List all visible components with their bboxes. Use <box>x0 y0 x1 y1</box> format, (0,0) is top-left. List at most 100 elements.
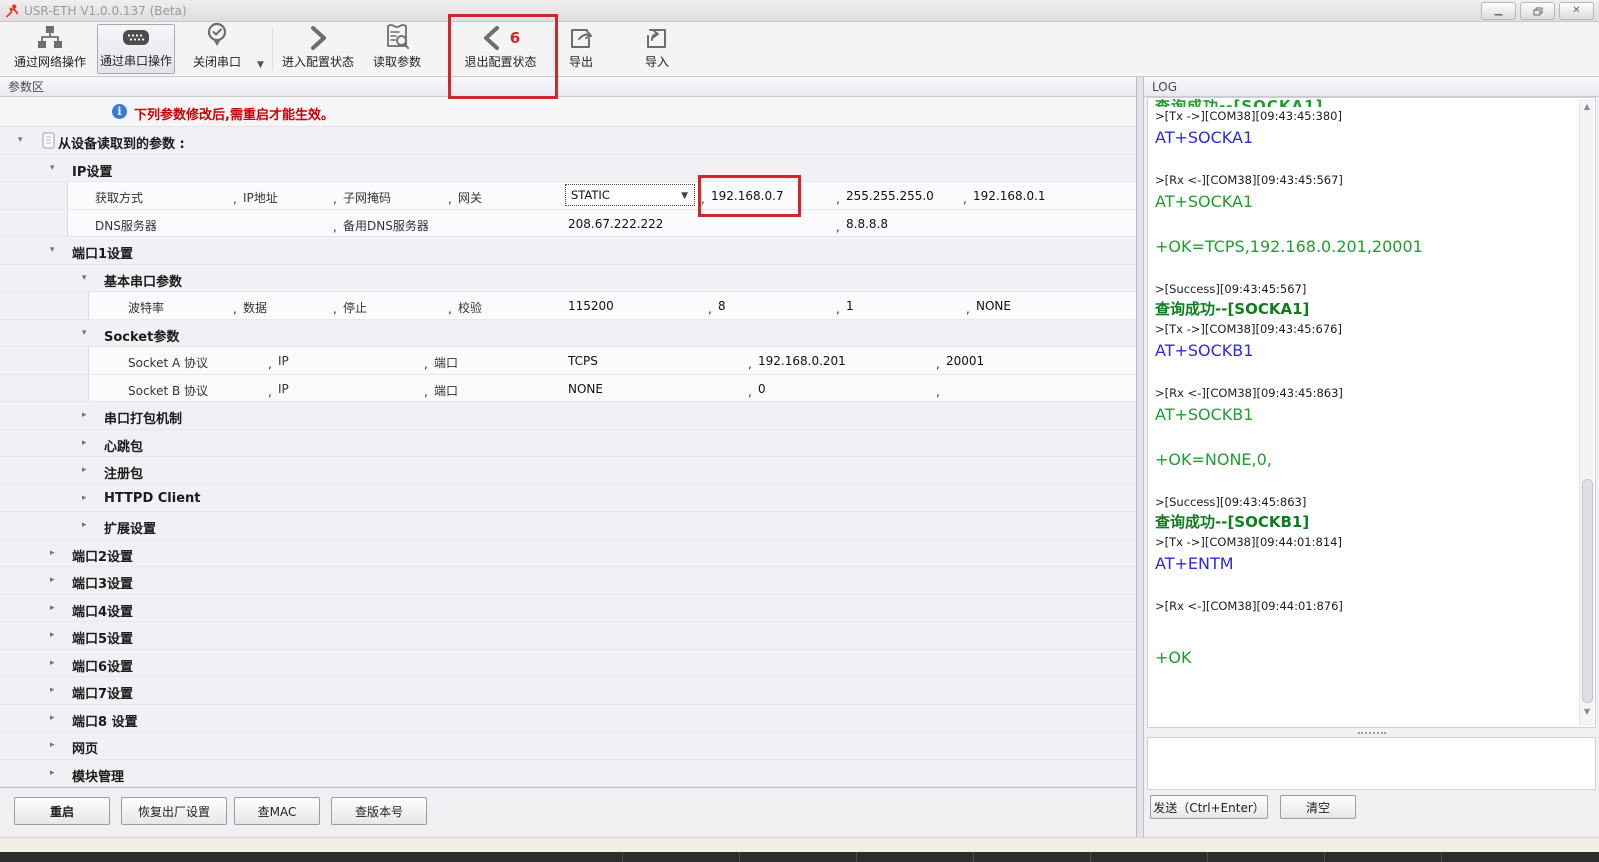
parity-value[interactable]: NONE <box>976 299 1011 313</box>
expander-down-icon[interactable]: ▾ <box>18 135 23 145</box>
splitter-handle[interactable] <box>1144 730 1599 735</box>
expander-right-icon[interactable]: ▸ <box>82 410 87 420</box>
field-separator: , <box>333 220 337 234</box>
scroll-up-icon[interactable]: ▲ <box>1580 102 1594 111</box>
expander-right-icon[interactable]: ▸ <box>50 658 55 668</box>
section-port8[interactable]: ▸ 端口8 设置 <box>0 705 1136 733</box>
expander-right-icon[interactable]: ▸ <box>50 768 55 778</box>
socket-a-port-value[interactable]: 20001 <box>946 354 984 368</box>
section-port1-label: 端口1设置 <box>72 243 133 262</box>
ip-address-value[interactable]: 192.168.0.7 <box>711 189 784 203</box>
chevron-down-icon: ▼ <box>681 191 688 201</box>
section-serial-basic[interactable]: ▾ 基本串口参数 <box>0 265 1136 293</box>
section-extended[interactable]: ▸ 扩展设置 <box>0 512 1136 540</box>
minimize-button[interactable]: ▁ <box>1481 2 1516 20</box>
scrollbar-thumb[interactable] <box>1582 479 1593 703</box>
log-line: 查询成功--[SOCKB1] <box>1155 512 1577 533</box>
section-packing[interactable]: ▸ 串口打包机制 <box>0 402 1136 430</box>
send-input-box <box>1147 737 1596 790</box>
toolbar-read-params[interactable]: 读取参数 <box>360 24 434 74</box>
expander-right-icon[interactable]: ▸ <box>50 713 55 723</box>
app-window: USR-ETH V1.0.0.137 (Beta) ▁ ✕ <box>0 0 1599 862</box>
section-port4[interactable]: ▸ 端口4设置 <box>0 595 1136 623</box>
section-heartbeat[interactable]: ▸ 心跳包 <box>0 430 1136 458</box>
close-serial-dropdown-caret[interactable]: ▼ <box>257 60 264 70</box>
section-port5[interactable]: ▸ 端口5设置 <box>0 622 1136 650</box>
parameter-tree: ▾ 从设备读取到的参数 : ▾ IP设置 获取方式 , IP地址 , 子网掩码 <box>0 127 1136 787</box>
parameter-panel-header: 参数区 <box>0 77 1136 97</box>
toolbar-network-operate[interactable]: 通过网络操作 <box>4 24 96 74</box>
data-bits-value[interactable]: 8 <box>718 299 726 313</box>
expander-right-icon[interactable]: ▸ <box>50 685 55 695</box>
field-separator: , <box>333 302 337 316</box>
baud-rate-value[interactable]: 115200 <box>568 299 614 313</box>
log-scrollbar[interactable]: ▲ ▼ <box>1579 99 1594 726</box>
section-port7[interactable]: ▸ 端口7设置 <box>0 677 1136 705</box>
section-webpage[interactable]: ▸ 网页 <box>0 732 1136 760</box>
toolbar-enter-config[interactable]: 进入配置状态 <box>278 24 358 74</box>
query-mac-button[interactable]: 查MAC <box>234 797 320 825</box>
log-content: 查询成功--[SOCKA1] >[Tx ->][COM38][09:43:45:… <box>1155 99 1577 726</box>
toolbar-exit-config[interactable]: 6 退出配置状态 <box>452 24 549 74</box>
device-params-icon <box>42 132 55 149</box>
expander-down-icon[interactable]: ▾ <box>82 273 87 283</box>
clear-button[interactable]: 清空 <box>1280 795 1356 819</box>
scroll-down-icon[interactable]: ▼ <box>1580 707 1594 716</box>
serial-port-icon <box>121 25 151 51</box>
section-ip[interactable]: ▾ IP设置 <box>0 155 1136 183</box>
expander-down-icon[interactable]: ▾ <box>50 163 55 173</box>
section-module-manage[interactable]: ▸ 模块管理 <box>0 760 1136 788</box>
socket-b-ip-value[interactable]: 0 <box>758 382 766 396</box>
query-version-button[interactable]: 查版本号 <box>331 797 427 825</box>
section-port2[interactable]: ▸ 端口2设置 <box>0 540 1136 568</box>
expander-right-icon[interactable]: ▸ <box>50 630 55 640</box>
expander-right-icon[interactable]: ▸ <box>50 548 55 558</box>
section-port3[interactable]: ▸ 端口3设置 <box>0 567 1136 595</box>
field-label: 获取方式 <box>95 189 143 206</box>
dns2-value[interactable]: 8.8.8.8 <box>846 217 888 231</box>
expander-right-icon[interactable]: ▸ <box>82 438 87 448</box>
tree-root-row[interactable]: ▾ 从设备读取到的参数 : <box>0 127 1136 155</box>
warning-row: i 下列参数修改后,需重启才能生效。 <box>0 97 1136 127</box>
stop-bits-value[interactable]: 1 <box>846 299 854 313</box>
send-input[interactable] <box>1148 738 1595 789</box>
field-label: 子网掩码 <box>343 189 391 206</box>
section-label: 端口2设置 <box>72 546 133 565</box>
restart-button[interactable]: 重启 <box>14 797 110 825</box>
field-label: IP地址 <box>243 189 278 206</box>
dns-value[interactable]: 208.67.222.222 <box>568 217 663 231</box>
field-separator: , <box>748 357 752 371</box>
gateway-value[interactable]: 192.168.0.1 <box>973 189 1046 203</box>
section-register[interactable]: ▸ 注册包 <box>0 457 1136 485</box>
send-button[interactable]: 发送（Ctrl+Enter） <box>1150 795 1268 819</box>
toolbar-close-serial[interactable]: 关闭串口 <box>180 24 254 74</box>
ip-method-select[interactable]: STATIC ▼ <box>565 184 695 206</box>
toolbar-serial-operate[interactable]: 通过串口操作 <box>97 24 175 74</box>
expander-down-icon[interactable]: ▾ <box>50 245 55 255</box>
close-button[interactable]: ✕ <box>1559 2 1594 20</box>
expander-right-icon[interactable]: ▸ <box>50 575 55 585</box>
expander-right-icon[interactable]: ▸ <box>82 520 87 530</box>
expander-right-icon[interactable]: ▸ <box>82 493 87 503</box>
toolbar-import[interactable]: 导入 <box>632 24 682 74</box>
section-httpd-client[interactable]: ▸ HTTPD Client <box>0 485 1136 513</box>
section-label: 注册包 <box>104 463 143 482</box>
toolbar-export[interactable]: 导出 <box>556 24 606 74</box>
section-socket[interactable]: ▾ Socket参数 <box>0 320 1136 348</box>
socket-b-protocol-value[interactable]: NONE <box>568 382 603 396</box>
log-output[interactable]: 查询成功--[SOCKA1] >[Tx ->][COM38][09:43:45:… <box>1147 97 1596 728</box>
section-port1[interactable]: ▾ 端口1设置 <box>0 237 1136 265</box>
section-port6[interactable]: ▸ 端口6设置 <box>0 650 1136 678</box>
status-strip <box>0 837 1599 852</box>
expander-right-icon[interactable]: ▸ <box>50 603 55 613</box>
expander-down-icon[interactable]: ▾ <box>82 328 87 338</box>
subnet-mask-value[interactable]: 255.255.255.0 <box>846 189 934 203</box>
restore-icon <box>1533 7 1543 16</box>
title-bar: USR-ETH V1.0.0.137 (Beta) ▁ ✕ <box>0 0 1599 22</box>
socket-a-protocol-value[interactable]: TCPS <box>568 354 598 368</box>
factory-reset-button[interactable]: 恢复出厂设置 <box>121 797 227 825</box>
socket-a-ip-value[interactable]: 192.168.0.201 <box>758 354 846 368</box>
restore-button[interactable] <box>1520 2 1555 20</box>
expander-right-icon[interactable]: ▸ <box>50 740 55 750</box>
expander-right-icon[interactable]: ▸ <box>82 465 87 475</box>
